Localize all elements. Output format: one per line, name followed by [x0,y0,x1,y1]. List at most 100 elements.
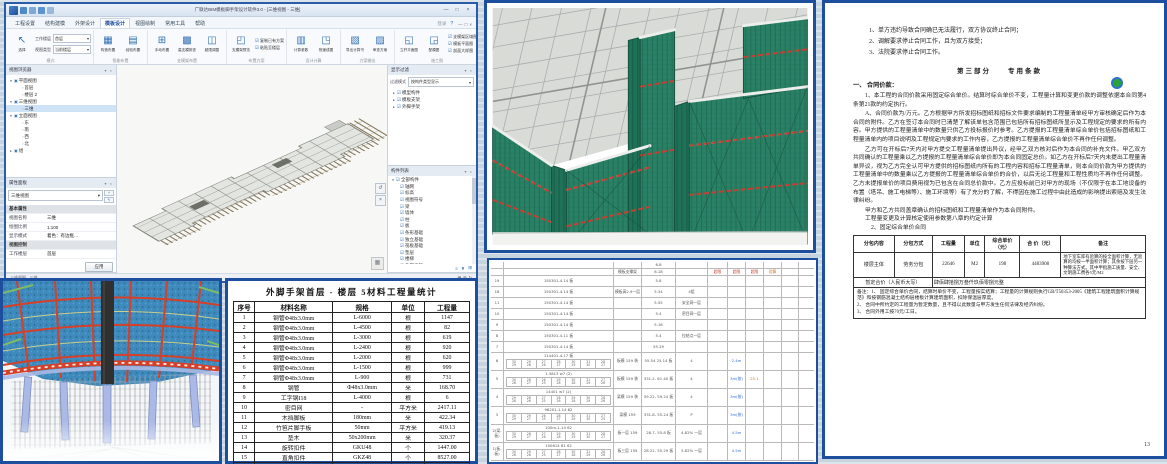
checkbox-icon[interactable]: ☑ [400,256,404,262]
checkbox-icon[interactable]: ☑ [400,204,404,210]
close-icon[interactable]: × [469,22,472,27]
checkbox-icon[interactable]: ☑ [400,243,404,249]
checkbox-icon[interactable]: ☑ [397,104,401,110]
ribbon-button[interactable]: ◫超限调整 [200,35,224,53]
checkbox-icon[interactable]: ☑ [400,237,404,243]
component-tree-item[interactable]: ☑轴网 [388,184,476,191]
component-tree-item[interactable]: ☑楼梯 [388,256,476,263]
edit-type-button[interactable]: ✎ [104,197,114,203]
checkbox-icon[interactable]: ☑ [400,184,404,190]
ribbon-button[interactable]: ▦构造布置 [96,35,120,53]
panel-pin-close-icons[interactable]: ▾ × [105,68,113,73]
checkbox-icon[interactable]: ☑ [400,263,404,264]
filter-tree-item[interactable]: ▸☑模板支架 [388,96,476,103]
model-canvas[interactable]: ↺× ▦ [117,65,387,273]
redo-icon[interactable] [47,7,54,14]
view-tree-item[interactable]: ▾▣三维视图 [6,98,116,105]
view-tree-item[interactable]: ▾▣立面视图 [6,112,116,119]
component-tree-item[interactable]: ☑条形基础 [388,230,476,237]
ribbon-button[interactable]: ▥计算参数 [289,35,313,53]
tab-工程设置[interactable]: 工程设置 [10,18,40,28]
tab-外架设计[interactable]: 外架设计 [70,18,100,28]
ribbon-toggle[interactable]: ☑复制已有方案 [255,38,284,44]
view-tree-item[interactable]: ▫北 [6,140,116,147]
checkbox-icon[interactable]: ☑ [397,97,401,103]
undo-icon[interactable] [38,7,45,14]
ribbon-button[interactable]: ▨审查方案 [368,35,392,53]
tab-视图绘制[interactable]: 视图绘制 [130,18,160,28]
component-tree-item[interactable]: ☑墙体 [388,210,476,217]
ribbon-button[interactable]: ◱立杆平面图 [397,35,421,53]
checkbox-icon[interactable]: ☑ [397,90,401,96]
help-icon[interactable]: ? [450,21,453,27]
checkbox-icon[interactable]: ☑ [400,197,404,203]
ribbon-button[interactable]: ▤经验布置 [121,35,145,53]
component-tree-item[interactable]: ☑垫层 [388,250,476,257]
add-type-button[interactable]: + [104,190,114,196]
panel-pin-close-icons[interactable]: ▾ × [105,181,113,186]
field-select[interactable]: 当前楼层▾ [53,45,91,54]
component-tree-item[interactable]: ☑板 [388,223,476,230]
panel-pin-close-icons[interactable]: ▾ × [465,169,473,174]
checkbox-icon[interactable]: ☑ [396,177,400,183]
checkbox-icon[interactable]: ☑ [400,217,404,223]
tab-常用工具[interactable]: 常用工具 [160,18,190,28]
view-tree-item[interactable]: ▫南 [6,126,116,133]
checkbox-icon[interactable]: ☑ [400,190,404,196]
ribbon-button[interactable]: ▩高支模排查 [175,35,199,53]
minimize-icon[interactable]: — [458,22,463,27]
maximize-icon[interactable]: □ [465,22,468,27]
footer-icon[interactable]: ⊞ [468,265,472,271]
component-tree-item[interactable]: ☑视图符号 [388,197,476,204]
comment-marker-icon[interactable] [1111,77,1123,89]
ribbon-button[interactable]: ▧导出计算书 [343,35,367,53]
close-icon[interactable]: × [463,6,473,15]
tab-结构建模[interactable]: 结构建模 [40,18,70,28]
component-tree-item[interactable]: ☑标高 [388,190,476,197]
ribbon-button[interactable]: ◲配模图 [422,35,446,53]
tab-帮助[interactable]: 帮助 [190,18,210,28]
component-tree-item[interactable]: ☑独立基础 [388,236,476,243]
minimize-icon[interactable]: — [441,6,451,15]
component-tree-item[interactable]: ☑柱 [388,217,476,224]
component-tree-item[interactable]: ☑梁 [388,203,476,210]
ribbon-toggle[interactable]: ☑模板平面图 [448,41,476,47]
ribbon-button[interactable]: ◳快速成图 [314,35,338,53]
checkbox-icon[interactable]: ☑ [400,223,404,229]
ribbon-button[interactable]: ↖选择 [10,35,34,53]
maximize-icon[interactable]: □ [452,6,462,15]
view-tree-item[interactable]: ▸▣组 [6,147,116,154]
scrollbar-thumb[interactable] [472,178,476,204]
panel-pin-close-icons[interactable]: ▾ × [465,68,473,73]
view-tree-item[interactable]: ▫楼层 2 [6,91,116,98]
close-icon[interactable]: × [375,195,386,206]
apply-button[interactable]: 应用 [85,262,113,272]
field-select[interactable]: 首层▾ [53,34,91,43]
property-row[interactable]: 显示模式着色：有边框… [6,232,116,241]
login-label[interactable]: 登录 [437,21,446,27]
orbit-icon[interactable]: ↺ [375,183,386,194]
ribbon-button[interactable]: ⊞手动布置 [150,35,174,53]
tab-模板设计[interactable]: 模板设计 [100,18,130,28]
checkbox-icon[interactable]: ☑ [400,210,404,216]
filter-mode-select[interactable]: 按构件类型显示 ▾ [408,77,474,87]
ribbon-toggle[interactable]: ☑粘贴至楼层 [255,45,284,51]
component-tree-item[interactable]: ☑筏板基础 [388,243,476,250]
ribbon-button[interactable]: ◰支模架预览 [229,35,253,53]
footer-icon[interactable]: ▼ [461,266,465,271]
view-navigation-icon[interactable]: ▦ [371,257,384,270]
view-tree-item[interactable]: ▫首层 [6,84,116,91]
scrollbar[interactable] [472,176,476,264]
property-row[interactable]: 视图名称三维 [6,214,116,223]
save-icon[interactable] [20,7,27,14]
filter-tree-item[interactable]: ▸☑外脚手架 [388,103,476,110]
open-icon[interactable] [29,7,36,14]
view-tree-item[interactable]: ▫东 [6,119,116,126]
component-tree-root[interactable]: ▾☑全部构件 [388,177,476,184]
type-select[interactable]: 三维视图 ▾ [8,190,103,201]
ribbon-toggle[interactable]: ☑剖面大样图 [448,48,476,54]
view-tree-item[interactable]: ▫西 [6,133,116,140]
view-tree-item[interactable]: ▫三维 [6,105,116,112]
checkbox-icon[interactable]: ☑ [400,230,404,236]
filter-tree-item[interactable]: ▸☑模型构件 [388,89,476,96]
